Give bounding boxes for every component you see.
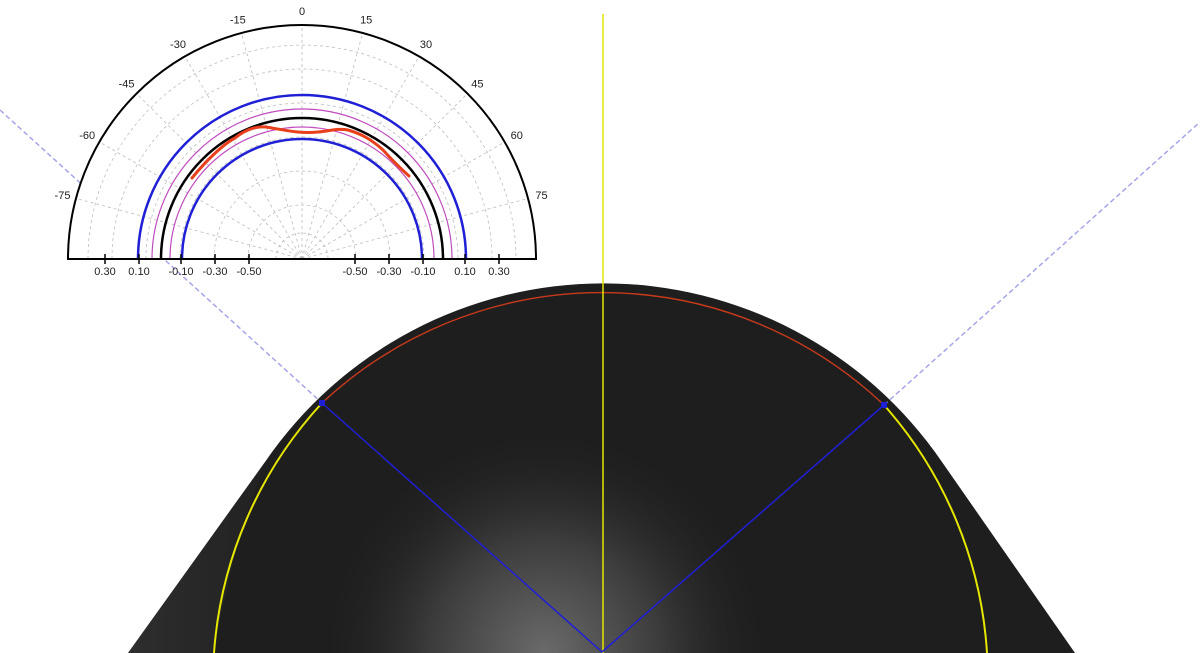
radial-tick-label: -0.50 <box>236 266 261 278</box>
radial-tick-label: 0.10 <box>454 266 475 278</box>
radial-tick-label: 0.30 <box>94 266 115 278</box>
angle-label: -30 <box>170 39 186 51</box>
angle-label: 45 <box>471 79 483 91</box>
angle-label: 75 <box>535 190 547 202</box>
radial-tick-label: -0.10 <box>410 266 435 278</box>
radial-tick-label: 0.30 <box>488 266 509 278</box>
angle-label: -75 <box>55 190 71 202</box>
right-intersection-marker[interactable] <box>881 402 887 408</box>
angle-label: 30 <box>420 39 432 51</box>
polar-deviation-plot: -75 -60 -45 -30 -15 0 15 30 45 60 75 0.30 0.10 -0.10… <box>55 6 548 278</box>
angle-label: 60 <box>511 130 523 142</box>
radial-tick-label: -0.30 <box>376 266 401 278</box>
angle-label: -60 <box>79 130 95 142</box>
angle-label: -15 <box>230 15 246 27</box>
angle-label: 0 <box>299 6 305 18</box>
radial-tick-label: -0.30 <box>202 266 227 278</box>
radial-tick-label: 0.10 <box>128 266 149 278</box>
right-angle-line-extension <box>883 121 1200 406</box>
angle-label: -45 <box>119 79 135 91</box>
angle-label: 15 <box>360 15 372 27</box>
radial-tick-label: -0.10 <box>168 266 193 278</box>
lens-glow <box>128 420 1075 653</box>
left-intersection-marker[interactable] <box>319 400 325 406</box>
measurement-scene: -75 -60 -45 -30 -15 0 15 30 45 60 75 0.30 0.10 -0.10… <box>0 6 1200 653</box>
radial-tick-label: -0.50 <box>342 266 367 278</box>
